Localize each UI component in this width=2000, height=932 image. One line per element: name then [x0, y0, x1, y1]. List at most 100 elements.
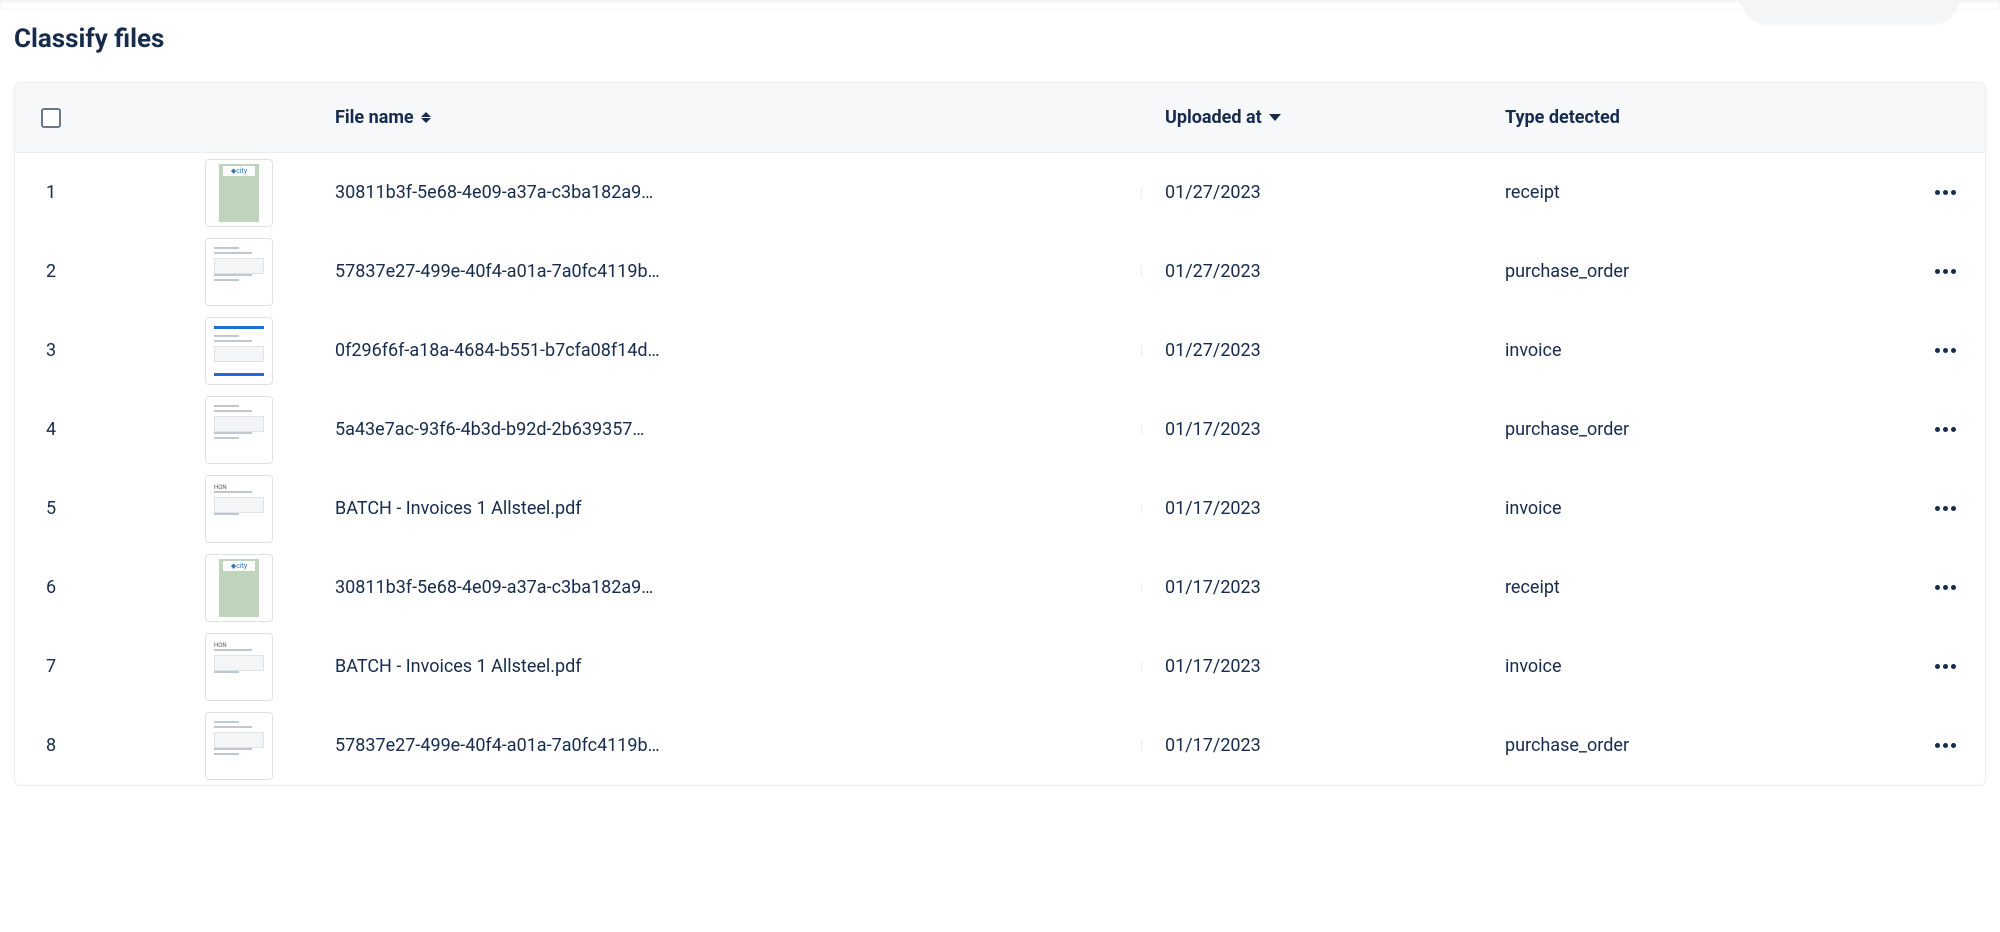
row-index: 7	[15, 656, 75, 677]
type-detected-cell: receipt	[1505, 577, 1905, 598]
uploaded-at-cell: 01/17/2023	[1165, 735, 1505, 756]
more-actions-button[interactable]	[1927, 735, 1964, 756]
more-actions-button[interactable]	[1927, 498, 1964, 519]
more-actions-button[interactable]	[1927, 261, 1964, 282]
more-actions-button[interactable]	[1927, 182, 1964, 203]
row-actions-cell	[1905, 498, 1985, 519]
more-actions-button[interactable]	[1927, 656, 1964, 677]
uploaded-at-cell: 01/27/2023	[1165, 340, 1505, 361]
uploaded-at-header[interactable]: Uploaded at	[1165, 107, 1505, 128]
row-actions-cell	[1905, 340, 1985, 361]
row-actions-cell	[1905, 261, 1985, 282]
row-index: 8	[15, 735, 75, 756]
more-actions-button[interactable]	[1927, 419, 1964, 440]
select-all-checkbox[interactable]	[41, 108, 61, 128]
uploaded-at-cell: 01/27/2023	[1165, 261, 1505, 282]
more-actions-button[interactable]	[1927, 340, 1964, 361]
row-index: 1	[15, 182, 75, 203]
uploaded-at-value: 01/27/2023	[1165, 261, 1261, 282]
uploaded-at-value: 01/27/2023	[1165, 182, 1261, 203]
file-thumbnail[interactable]: HON	[205, 475, 273, 543]
type-detected-cell: purchase_order	[1505, 735, 1905, 756]
row-index: 2	[15, 261, 75, 282]
row-thumbnail-cell: ◆city	[75, 159, 335, 227]
row-index: 5	[15, 498, 75, 519]
more-icon	[1951, 506, 1956, 511]
file-thumbnail[interactable]	[205, 317, 273, 385]
uploaded-at-value: 01/17/2023	[1165, 419, 1261, 440]
more-icon	[1943, 743, 1948, 748]
row-index: 3	[15, 340, 75, 361]
more-icon	[1943, 506, 1948, 511]
more-icon	[1943, 269, 1948, 274]
file-name-cell[interactable]: 5a43e7ac-93f6-4b3d-b92d-2b639357…	[335, 419, 1165, 440]
type-detected-cell: purchase_order	[1505, 419, 1905, 440]
row-thumbnail-cell: ◆city	[75, 554, 335, 622]
file-name-cell[interactable]: 0f296f6f-a18a-4684-b551-b7cfa08f14d…	[335, 340, 1165, 361]
row-thumbnail-cell	[75, 396, 335, 464]
file-thumbnail[interactable]: ◆city	[205, 554, 273, 622]
table-row[interactable]: 5HONBATCH - Invoices 1 Allsteel.pdf01/17…	[15, 469, 1985, 548]
select-all-cell	[15, 108, 75, 128]
sort-desc-icon	[1269, 114, 1281, 121]
type-detected-cell: invoice	[1505, 656, 1905, 677]
uploaded-at-value: 01/27/2023	[1165, 340, 1261, 361]
table-row[interactable]: 7 HON BATCH - Invoices 1 Allsteel.pdf01/17…	[15, 627, 1985, 706]
row-actions-cell	[1905, 656, 1985, 677]
uploaded-at-cell: 01/17/2023	[1165, 577, 1505, 598]
table-row[interactable]: 2 57837e27-499e-40f4-a01a-7a0fc4119b…01/2…	[15, 232, 1985, 311]
more-icon	[1935, 269, 1940, 274]
more-icon	[1935, 506, 1940, 511]
column-separator	[1141, 267, 1142, 276]
more-icon	[1951, 427, 1956, 432]
row-actions-cell	[1905, 735, 1985, 756]
column-separator	[1141, 117, 1142, 118]
file-name-cell[interactable]: 57837e27-499e-40f4-a01a-7a0fc4119b…	[335, 261, 1165, 282]
uploaded-at-value: 01/17/2023	[1165, 577, 1261, 598]
table-row[interactable]: 4 5a43e7ac-93f6-4b3d-b92d-2b639357…01/17/…	[15, 390, 1985, 469]
uploaded-at-cell: 01/27/2023	[1165, 182, 1505, 203]
files-table: File name Uploaded at Type detected 1 ◆ci…	[14, 82, 1986, 786]
more-actions-button[interactable]	[1927, 577, 1964, 598]
header-pill	[1740, 0, 1960, 24]
file-name-header-label: File name	[335, 107, 414, 128]
column-separator	[1141, 425, 1142, 434]
type-detected-cell: invoice	[1505, 340, 1905, 361]
row-thumbnail-cell	[75, 317, 335, 385]
table-row[interactable]: 3 0f296f6f-a18a-4684-b551-b7cfa08f14d…01/…	[15, 311, 1985, 390]
more-icon	[1943, 664, 1948, 669]
file-thumbnail[interactable]: ◆city	[205, 159, 273, 227]
table-row[interactable]: 6 ◆city 30811b3f-5e68-4e09-a37a-c3ba182a9……	[15, 548, 1985, 627]
file-name-cell[interactable]: 30811b3f-5e68-4e09-a37a-c3ba182a9…	[335, 182, 1165, 203]
column-separator	[1141, 662, 1142, 671]
file-name-header[interactable]: File name	[335, 107, 1165, 128]
more-icon	[1943, 190, 1948, 195]
row-thumbnail-cell: HON	[75, 475, 335, 543]
more-icon	[1951, 348, 1956, 353]
file-name-cell[interactable]: BATCH - Invoices 1 Allsteel.pdf	[335, 656, 1165, 677]
file-name-cell[interactable]: 30811b3f-5e68-4e09-a37a-c3ba182a9…	[335, 577, 1165, 598]
row-thumbnail-cell: HON	[75, 633, 335, 701]
table-row[interactable]: 8 57837e27-499e-40f4-a01a-7a0fc4119b…01/1…	[15, 706, 1985, 785]
file-name-cell[interactable]: BATCH - Invoices 1 Allsteel.pdf	[335, 498, 1165, 519]
column-separator	[1141, 504, 1142, 513]
uploaded-at-cell: 01/17/2023	[1165, 419, 1505, 440]
page-title: Classify files	[14, 24, 1986, 54]
more-icon	[1935, 664, 1940, 669]
table-row[interactable]: 1 ◆city 30811b3f-5e68-4e09-a37a-c3ba182a9……	[15, 153, 1985, 232]
row-index: 6	[15, 577, 75, 598]
file-thumbnail[interactable]	[205, 396, 273, 464]
more-icon	[1935, 190, 1940, 195]
row-thumbnail-cell	[75, 712, 335, 780]
type-detected-header[interactable]: Type detected	[1505, 107, 1905, 128]
file-name-cell[interactable]: 57837e27-499e-40f4-a01a-7a0fc4119b…	[335, 735, 1165, 756]
file-thumbnail[interactable]: HON	[205, 633, 273, 701]
type-detected-cell: purchase_order	[1505, 261, 1905, 282]
file-thumbnail[interactable]	[205, 712, 273, 780]
row-index: 4	[15, 419, 75, 440]
more-icon	[1935, 427, 1940, 432]
file-thumbnail[interactable]	[205, 238, 273, 306]
more-icon	[1943, 427, 1948, 432]
type-detected-header-label: Type detected	[1505, 107, 1620, 128]
uploaded-at-value: 01/17/2023	[1165, 656, 1261, 677]
